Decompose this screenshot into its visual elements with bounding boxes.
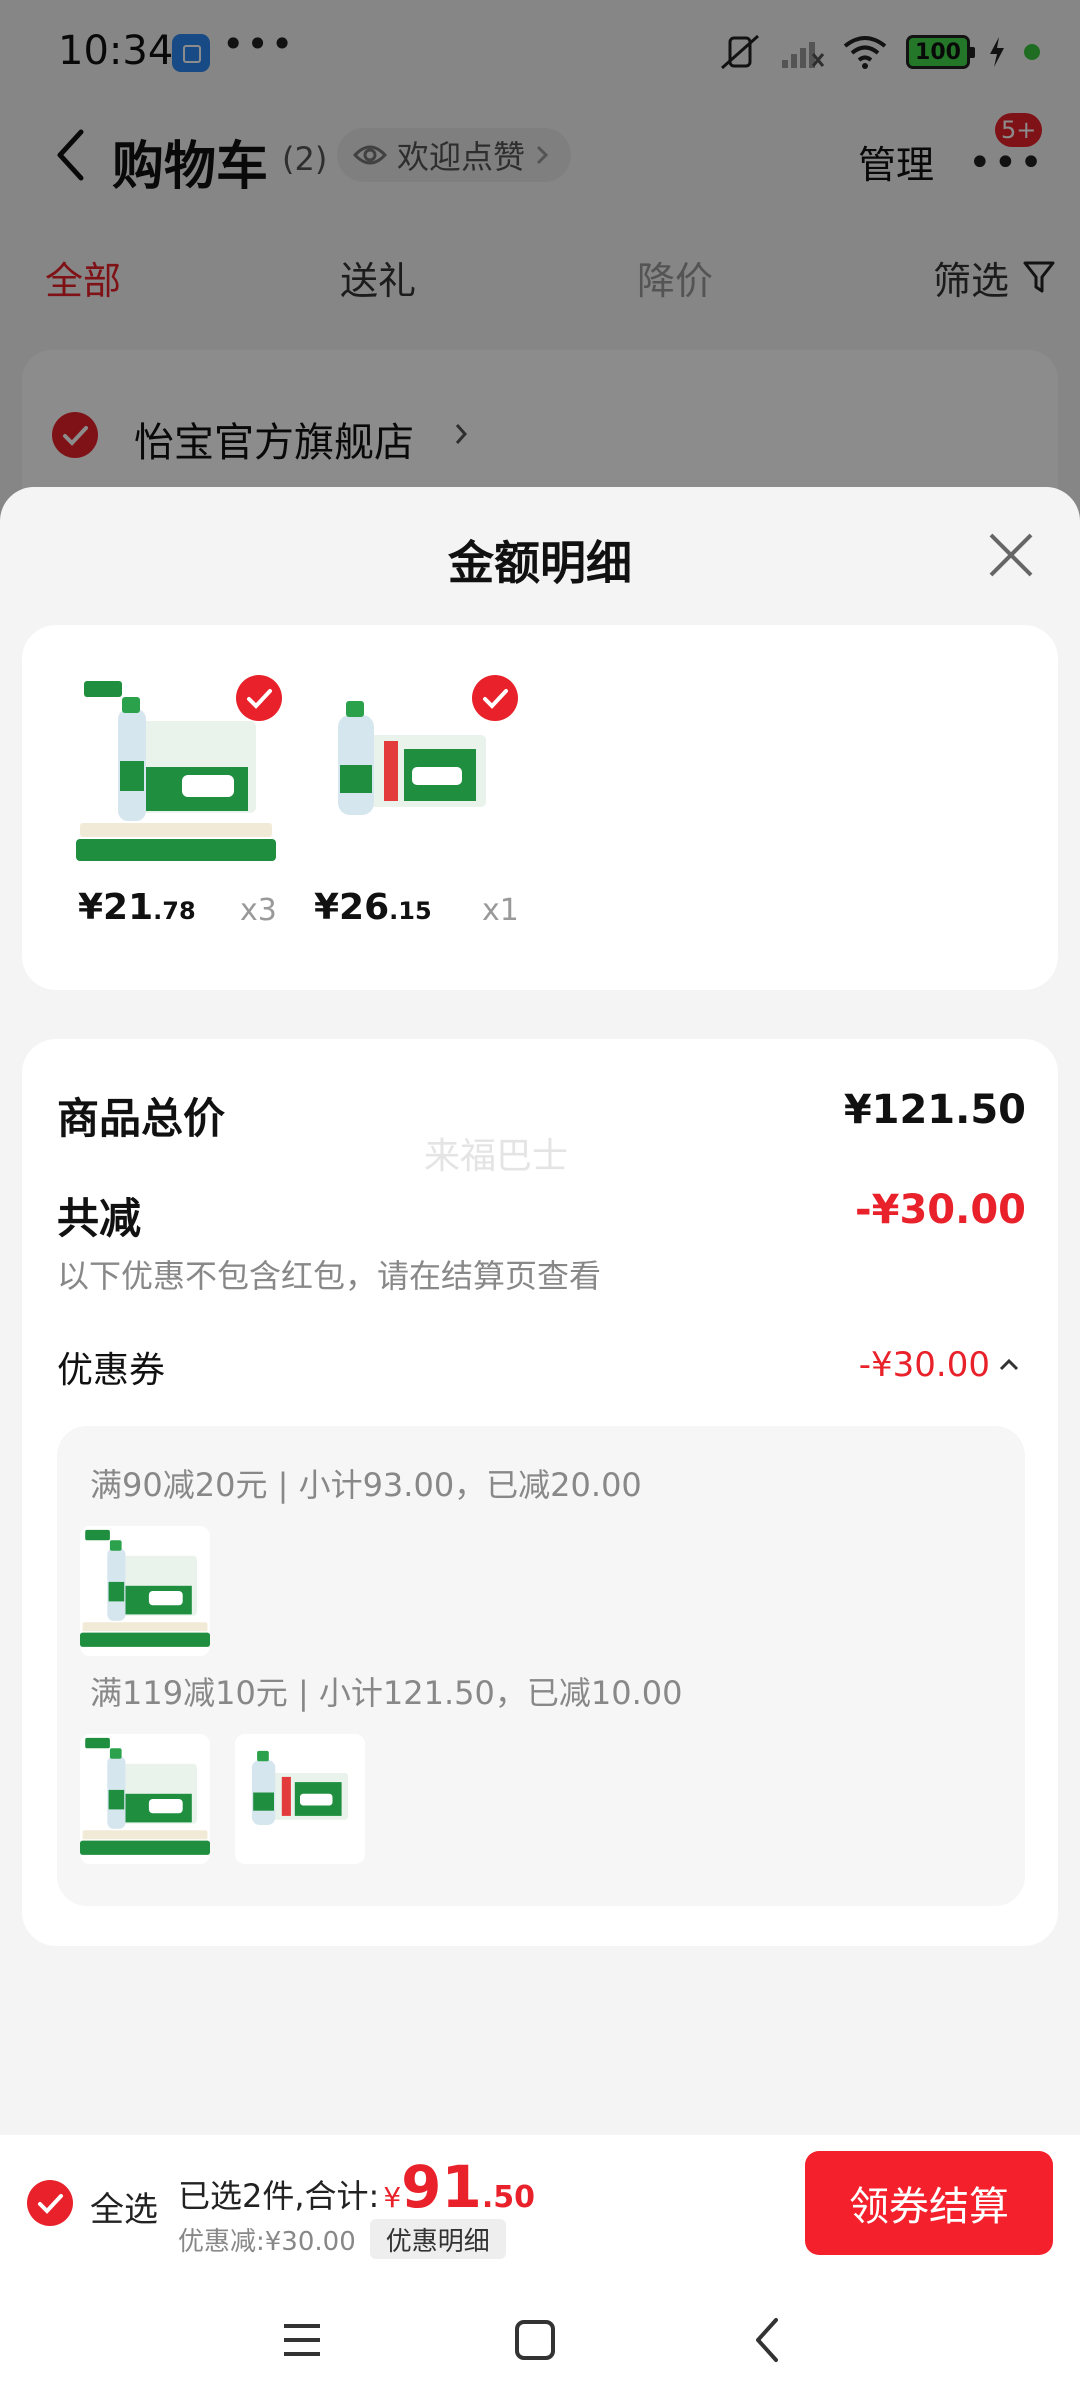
home-icon[interactable] bbox=[505, 2310, 565, 2370]
back-icon[interactable] bbox=[738, 2310, 798, 2370]
sheet-title: 金额明细 bbox=[448, 536, 632, 590]
check-icon bbox=[483, 689, 508, 709]
discount-line: 优惠减:¥30.00 优惠明细 bbox=[178, 2219, 506, 2259]
coupon-product-thumb bbox=[80, 1526, 210, 1656]
coupon-toggle[interactable]: -¥30.00 bbox=[859, 1345, 1020, 1385]
price-detail-card: 商品总价 ¥121.50 来福巴士 共减 -¥30.00 以下优惠不包含红包，请… bbox=[22, 1039, 1058, 1946]
coupon-detail-box: 满90减20元 | 小计93.00，已减20.00 满119减10元 | 小计1… bbox=[57, 1426, 1025, 1906]
close-icon[interactable] bbox=[985, 529, 1037, 581]
product-price-int: ¥26 bbox=[314, 887, 390, 928]
reduce-note: 以下优惠不包含红包，请在结算页查看 bbox=[57, 1257, 602, 1295]
discount-text: 优惠减:¥30.00 bbox=[178, 2226, 356, 2257]
product-price-dec: .78 bbox=[153, 897, 196, 925]
summary-currency: ¥ bbox=[383, 2181, 402, 2214]
check-icon bbox=[247, 689, 272, 709]
menu-icon[interactable] bbox=[272, 2310, 332, 2370]
amount-detail-sheet: 金额明细 ¥21.78 x3 ¥26.15 x1 商品总价 ¥121.50 来福… bbox=[0, 487, 1080, 2135]
product-price-dec: .15 bbox=[389, 897, 432, 925]
product-price: ¥21.78 bbox=[78, 887, 196, 928]
total-price-value: ¥121.50 bbox=[843, 1087, 1026, 1133]
watermark-text: 来福巴士 bbox=[424, 1136, 569, 1177]
total-reduce-label: 共减 bbox=[57, 1194, 142, 1243]
coupon-value: -¥30.00 bbox=[858, 1345, 990, 1385]
coupon-rule: 满119减10元 | 小计121.50，已减10.00 bbox=[90, 1674, 683, 1712]
product-select-checkbox[interactable] bbox=[236, 675, 282, 721]
checkout-button[interactable]: 领券结算 bbox=[805, 2151, 1053, 2255]
product-qty: x3 bbox=[240, 893, 277, 928]
checkout-bar: 全选 已选2件,合计: ¥ 91 .50 优惠减:¥30.00 优惠明细 领券结… bbox=[0, 2135, 1080, 2270]
total-reduce-value: -¥30.00 bbox=[855, 1187, 1026, 1233]
product-select-checkbox[interactable] bbox=[472, 675, 518, 721]
selected-goods-card: ¥21.78 x3 ¥26.15 x1 bbox=[22, 625, 1058, 990]
check-icon bbox=[38, 2194, 63, 2214]
summary-total-int: 91 bbox=[401, 2153, 482, 2221]
product-qty: x1 bbox=[482, 893, 519, 928]
discount-detail-button[interactable]: 优惠明细 bbox=[369, 2219, 506, 2259]
coupon-product-thumb bbox=[80, 1734, 210, 1864]
coupon-label: 优惠券 bbox=[57, 1350, 166, 1391]
select-all-checkbox[interactable] bbox=[27, 2180, 73, 2226]
coupon-product-thumb bbox=[235, 1734, 365, 1864]
coupon-rule: 满90减20元 | 小计93.00，已减20.00 bbox=[90, 1466, 642, 1504]
select-all-label[interactable]: 全选 bbox=[90, 2182, 158, 2231]
chevron-up-icon bbox=[999, 1358, 1019, 1371]
summary-total-dec: .50 bbox=[481, 2180, 536, 2215]
summary-prefix: 已选2件,合计: bbox=[178, 2177, 380, 2215]
system-nav-bar bbox=[0, 2270, 1080, 2400]
total-summary: 已选2件,合计: ¥ 91 .50 bbox=[178, 2153, 535, 2221]
total-price-label: 商品总价 bbox=[57, 1094, 226, 1143]
product-price-int: ¥21 bbox=[78, 887, 154, 928]
product-price: ¥26.15 bbox=[314, 887, 432, 928]
